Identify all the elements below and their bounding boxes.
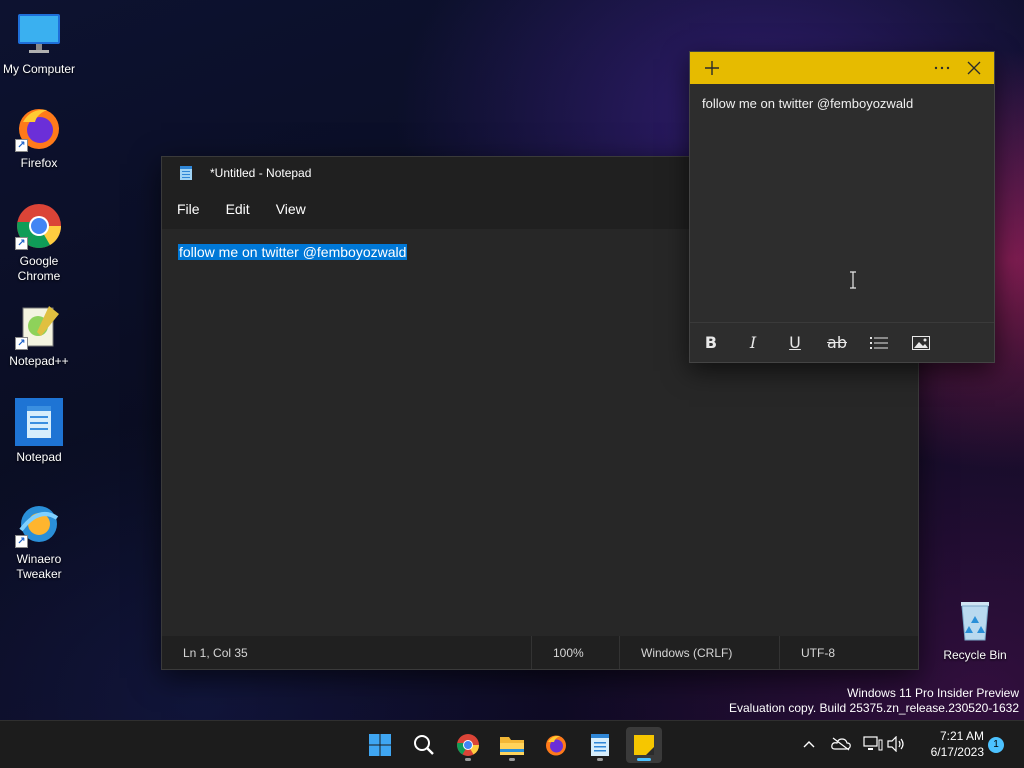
recycle-bin-icon bbox=[951, 596, 999, 644]
status-encoding: UTF-8 bbox=[801, 645, 835, 660]
system-clock[interactable]: 7:21 AM 6/17/2023 bbox=[916, 728, 984, 760]
bullets-icon[interactable] bbox=[868, 332, 890, 354]
add-note-icon[interactable] bbox=[698, 54, 726, 82]
clock-time: 7:21 AM bbox=[939, 729, 984, 743]
menu-file[interactable]: File bbox=[168, 195, 209, 223]
desktop-icon-notepad[interactable]: Notepad bbox=[0, 398, 78, 465]
taskbar-firefox[interactable] bbox=[538, 727, 574, 763]
notepad-plus-plus-icon: ↗ bbox=[15, 302, 63, 350]
shortcut-arrow-icon: ↗ bbox=[15, 139, 28, 152]
strikethrough-icon[interactable]: ab bbox=[826, 332, 848, 354]
notification-badge[interactable]: 1 bbox=[988, 737, 1004, 753]
taskbar: 7:21 AM 6/17/2023 1 bbox=[0, 720, 1024, 768]
firefox-icon bbox=[546, 735, 566, 756]
shortcut-arrow-icon: ↗ bbox=[15, 337, 28, 350]
file-explorer-icon bbox=[500, 737, 524, 755]
sticky-note-header[interactable] bbox=[690, 52, 994, 84]
volume-icon[interactable] bbox=[885, 733, 907, 755]
chrome-icon bbox=[457, 734, 479, 756]
taskbar-sticky-notes[interactable] bbox=[626, 727, 662, 763]
running-indicator bbox=[597, 758, 603, 761]
status-line-ending: Windows (CRLF) bbox=[620, 636, 780, 669]
desktop-icon-firefox[interactable]: ↗ Firefox bbox=[0, 104, 78, 171]
search-button[interactable] bbox=[406, 727, 442, 763]
more-options-icon[interactable] bbox=[928, 54, 956, 82]
sticky-note-toolbar: B I U ab bbox=[690, 322, 994, 362]
taskbar-chrome[interactable] bbox=[450, 727, 486, 763]
desktop-icon-notepad-plus-plus[interactable]: ↗ Notepad++ bbox=[0, 302, 78, 369]
notepad-status-bar: Ln 1, Col 35 100% Windows (CRLF) UTF-8 bbox=[162, 636, 918, 669]
notepad-app-icon bbox=[180, 166, 192, 180]
firefox-icon: ↗ bbox=[15, 104, 63, 152]
menu-edit[interactable]: Edit bbox=[217, 195, 259, 223]
taskbar-notepad[interactable] bbox=[582, 727, 618, 763]
sticky-note-text-area[interactable]: follow me on twitter @femboyozwald bbox=[690, 84, 994, 322]
desktop-icon-label: Notepad++ bbox=[9, 354, 69, 368]
running-indicator bbox=[509, 758, 515, 761]
desktop-icon-label: Firefox bbox=[20, 156, 58, 170]
menu-view[interactable]: View bbox=[267, 195, 315, 223]
status-cursor-position: Ln 1, Col 35 bbox=[162, 636, 532, 669]
desktop-icon-label: My Computer bbox=[2, 62, 76, 76]
sticky-note-window[interactable]: follow me on twitter @femboyozwald B I U… bbox=[689, 51, 995, 363]
sticky-note-text: follow me on twitter @femboyozwald bbox=[702, 96, 914, 111]
status-zoom: 100% bbox=[532, 636, 620, 669]
network-icon[interactable] bbox=[862, 733, 884, 755]
desktop-icon-label: Winaero Tweaker bbox=[16, 552, 62, 581]
desktop-icon-winaero-tweaker[interactable]: ↗ Winaero Tweaker bbox=[0, 500, 78, 582]
shortcut-arrow-icon: ↗ bbox=[15, 237, 28, 250]
start-button[interactable] bbox=[362, 727, 398, 763]
sticky-notes-icon bbox=[634, 735, 654, 755]
start-icon bbox=[369, 734, 391, 756]
notepad-icon bbox=[15, 398, 63, 446]
watermark-build: Evaluation copy. Build 25375.zn_release.… bbox=[729, 701, 1019, 715]
image-icon[interactable] bbox=[910, 332, 932, 354]
desktop-icon-my-computer[interactable]: My Computer bbox=[0, 10, 78, 77]
desktop-icon-label: Google Chrome bbox=[17, 254, 61, 283]
desktop-icon-label: Recycle Bin bbox=[943, 648, 1007, 662]
text-cursor-icon bbox=[849, 271, 857, 289]
watermark-edition: Windows 11 Pro Insider Preview bbox=[847, 686, 1019, 700]
bold-icon[interactable]: B bbox=[700, 332, 722, 354]
shortcut-arrow-icon: ↗ bbox=[15, 535, 28, 548]
notepad-window-title: *Untitled - Notepad bbox=[210, 166, 312, 180]
running-indicator bbox=[465, 758, 471, 761]
desktop-icon-google-chrome[interactable]: ↗ Google Chrome bbox=[0, 202, 78, 284]
active-indicator bbox=[637, 758, 651, 761]
italic-icon[interactable]: I bbox=[742, 332, 764, 354]
desktop-icon-label: Notepad bbox=[16, 450, 62, 464]
selected-text[interactable]: follow me on twitter @femboyozwald bbox=[178, 244, 408, 260]
notepad-icon bbox=[591, 734, 609, 756]
chrome-icon: ↗ bbox=[15, 202, 63, 250]
monitor-icon bbox=[15, 10, 63, 58]
clock-date: 6/17/2023 bbox=[930, 745, 984, 759]
evaluation-watermark: Windows 11 Pro Insider Preview Evaluatio… bbox=[729, 686, 1019, 716]
taskbar-file-explorer[interactable] bbox=[494, 727, 530, 763]
underline-icon[interactable]: U bbox=[784, 332, 806, 354]
winaero-tweaker-icon: ↗ bbox=[15, 500, 63, 548]
search-icon bbox=[414, 735, 434, 755]
onedrive-offline-icon[interactable] bbox=[830, 733, 852, 755]
show-hidden-icons-chevron-icon[interactable] bbox=[798, 733, 820, 755]
close-icon[interactable] bbox=[960, 54, 988, 82]
desktop-icon-recycle-bin[interactable]: Recycle Bin bbox=[936, 596, 1014, 663]
